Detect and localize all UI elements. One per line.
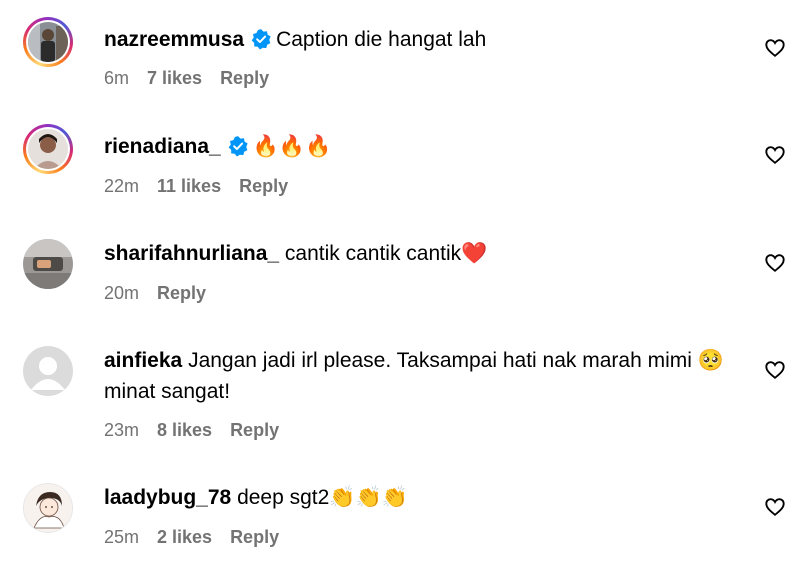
comment-content: laadybug_78 deep sgt2👏👏👏 bbox=[104, 482, 408, 513]
comment-content: sharifahnurliana_ cantik cantik cantik❤️ bbox=[104, 238, 487, 269]
avatar[interactable] bbox=[23, 124, 73, 174]
comment-content: rienadiana_ 🔥🔥🔥 bbox=[104, 131, 331, 162]
comment-time: 25m bbox=[104, 527, 140, 547]
like-heart-icon[interactable] bbox=[764, 359, 786, 381]
comment-time: 22m bbox=[104, 176, 140, 196]
verified-badge-icon bbox=[228, 136, 248, 157]
reply-button[interactable]: Reply bbox=[239, 176, 288, 196]
verified-badge-icon bbox=[251, 29, 271, 50]
likes-count[interactable]: 7 likes bbox=[147, 68, 202, 88]
comment-content: nazreemmusa Caption die hangat lah bbox=[104, 24, 486, 55]
comment-meta: 6m 7 likes Reply bbox=[104, 68, 287, 89]
reply-button[interactable]: Reply bbox=[230, 527, 279, 547]
comment-time: 20m bbox=[104, 283, 140, 303]
avatar[interactable] bbox=[23, 239, 73, 289]
username[interactable]: laadybug_78 bbox=[104, 486, 231, 509]
comment-text: cantik cantik cantik❤️ bbox=[284, 242, 488, 265]
username[interactable]: rienadiana_ bbox=[104, 135, 221, 158]
comment-text: 🔥🔥🔥 bbox=[252, 135, 332, 158]
avatar[interactable] bbox=[23, 483, 73, 533]
reply-button[interactable]: Reply bbox=[157, 283, 206, 303]
comment-text: deep sgt2👏👏👏 bbox=[237, 486, 408, 509]
like-heart-icon[interactable] bbox=[764, 144, 786, 166]
comment-text: Caption die hangat lah bbox=[276, 28, 487, 51]
username[interactable]: ainfieka bbox=[104, 349, 182, 372]
comment-time: 23m bbox=[104, 420, 140, 440]
comment-meta: 22m 11 likes Reply bbox=[104, 176, 306, 197]
comment-time: 6m bbox=[104, 68, 130, 88]
comment-meta: 23m 8 likes Reply bbox=[104, 420, 297, 441]
like-heart-icon[interactable] bbox=[764, 496, 786, 518]
like-heart-icon[interactable] bbox=[764, 37, 786, 59]
likes-count[interactable]: 8 likes bbox=[157, 420, 212, 440]
avatar[interactable] bbox=[23, 17, 73, 67]
likes-count[interactable]: 2 likes bbox=[157, 527, 212, 547]
comment-content: ainfieka Jangan jadi irl please. Taksamp… bbox=[104, 345, 724, 407]
avatar[interactable] bbox=[23, 346, 73, 396]
likes-count[interactable]: 11 likes bbox=[157, 176, 221, 196]
reply-button[interactable]: Reply bbox=[220, 68, 269, 88]
comment-meta: 25m 2 likes Reply bbox=[104, 527, 297, 548]
username[interactable]: nazreemmusa bbox=[104, 28, 244, 51]
comment-meta: 20m Reply bbox=[104, 283, 224, 304]
comment-text: Jangan jadi irl please. Taksampai hati n… bbox=[104, 349, 724, 403]
reply-button[interactable]: Reply bbox=[230, 420, 279, 440]
like-heart-icon[interactable] bbox=[764, 252, 786, 274]
username[interactable]: sharifahnurliana_ bbox=[104, 242, 279, 265]
